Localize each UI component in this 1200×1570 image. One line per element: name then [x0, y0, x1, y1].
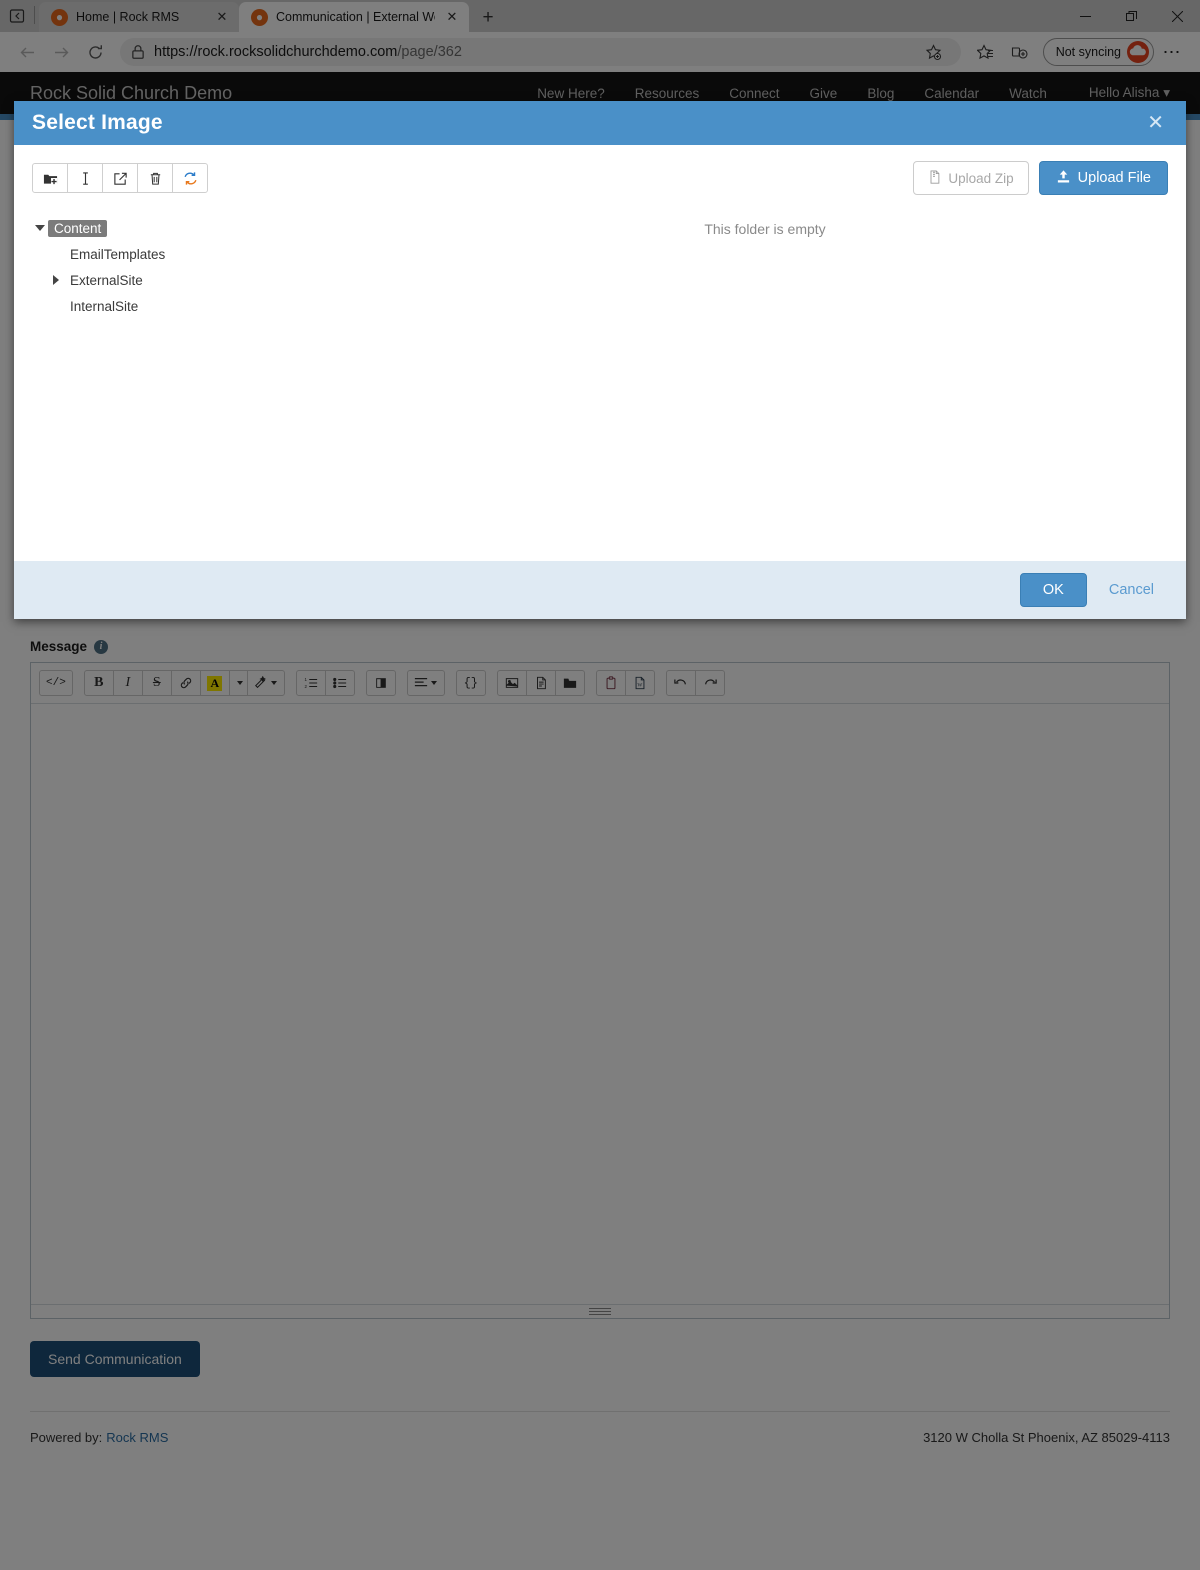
- tree-node-label: ExternalSite: [70, 272, 143, 288]
- select-image-modal: Select Image ✕ Upload Zip Upload File Co…: [14, 101, 1186, 619]
- trash-icon[interactable]: [137, 163, 173, 193]
- text-cursor-icon[interactable]: [67, 163, 103, 193]
- tree-node-internalsite[interactable]: InternalSite: [48, 293, 362, 319]
- modal-header: Select Image ✕: [14, 101, 1186, 145]
- tree-children: EmailTemplates ExternalSite InternalSite: [48, 241, 362, 319]
- folder-plus-icon[interactable]: [32, 163, 68, 193]
- file-action-buttons: [32, 163, 208, 193]
- refresh-icon[interactable]: [172, 163, 208, 193]
- tree-node-content[interactable]: Content: [32, 215, 362, 241]
- external-edit-icon[interactable]: [102, 163, 138, 193]
- upload-icon: [1056, 169, 1071, 188]
- file-browser-toolbar: Upload Zip Upload File: [32, 161, 1168, 195]
- upload-buttons: Upload Zip Upload File: [913, 161, 1168, 195]
- close-icon[interactable]: ✕: [1143, 111, 1168, 135]
- upload-zip-button[interactable]: Upload Zip: [913, 161, 1029, 195]
- modal-title: Select Image: [32, 111, 163, 134]
- file-browser-split: Content EmailTemplates ExternalSite Inte…: [32, 215, 1168, 319]
- upload-file-label: Upload File: [1077, 170, 1151, 186]
- upload-file-button[interactable]: Upload File: [1038, 161, 1168, 195]
- tree-node-label: EmailTemplates: [70, 246, 166, 262]
- folder-tree: Content EmailTemplates ExternalSite Inte…: [32, 215, 362, 319]
- tree-node-emailtemplates[interactable]: EmailTemplates: [48, 241, 362, 267]
- upload-zip-label: Upload Zip: [948, 170, 1014, 186]
- ok-button[interactable]: OK: [1019, 573, 1087, 607]
- tree-node-externalsite[interactable]: ExternalSite: [48, 267, 362, 293]
- modal-footer: OK Cancel: [14, 561, 1186, 619]
- tree-node-label: InternalSite: [70, 298, 139, 314]
- chevron-down-icon[interactable]: [32, 225, 48, 231]
- chevron-right-icon[interactable]: [48, 275, 64, 285]
- tree-node-label: Content: [48, 219, 108, 237]
- zip-file-icon: [928, 169, 941, 187]
- cancel-button[interactable]: Cancel: [1095, 574, 1168, 606]
- file-list-empty-message: This folder is empty: [704, 221, 826, 237]
- modal-body: Upload Zip Upload File Content EmailTemp…: [14, 145, 1186, 561]
